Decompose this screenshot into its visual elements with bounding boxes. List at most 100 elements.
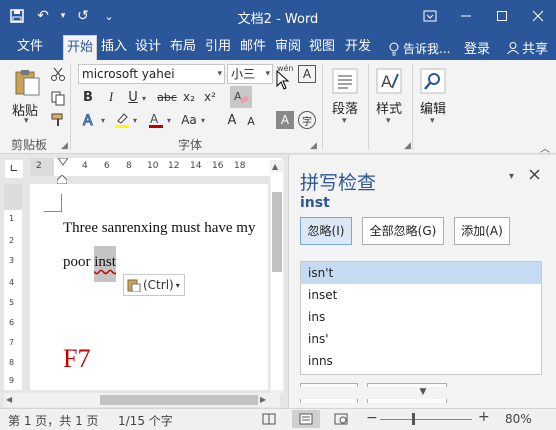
zoom-slider-thumb[interactable] [412,413,415,425]
font-color-button[interactable]: A [146,110,166,130]
editing-label[interactable]: 编辑 [420,98,446,117]
text-effects-dropdown-icon[interactable]: ▾ [101,116,105,125]
change-case-dropdown-icon[interactable]: ▾ [201,116,205,125]
tab-file[interactable]: 文件 [12,35,48,60]
scroll-up-icon[interactable]: ▲ [272,162,278,171]
underline-dropdown-icon[interactable]: ▾ [142,94,146,103]
text-effects-button[interactable]: A [80,110,100,130]
ignore-all-button[interactable]: 全部忽略(G) [362,217,444,245]
close-button[interactable] [520,0,556,32]
paste-button[interactable] [10,66,44,98]
clear-formatting-button[interactable]: A [230,86,252,108]
styles-dropdown-icon[interactable]: ▾ [386,116,391,126]
word-count[interactable]: 1/15 个字 [118,412,173,429]
login-link[interactable]: 登录 [464,38,490,57]
list-item[interactable]: ins [301,306,541,328]
format-painter-button[interactable] [48,110,68,130]
ruler-tick: 2 [36,161,42,171]
zoom-in-button[interactable]: + [478,409,490,425]
misspelled-word[interactable]: inst [94,246,116,282]
underline-button[interactable]: U [125,88,141,106]
pane-scroll-down-icon[interactable]: ▼ [293,387,553,399]
list-item[interactable]: ins' [301,328,541,350]
hanging-indent-marker[interactable] [56,174,68,185]
scroll-thumb[interactable] [100,395,258,405]
print-layout-button[interactable] [262,413,276,428]
tell-me-text: 告诉我... [403,42,451,56]
tab-design[interactable]: 设计 [133,35,163,60]
highlight-dropdown-icon[interactable]: ▾ [133,116,137,125]
strikethrough-button[interactable]: abc [156,88,178,106]
text-line-2[interactable]: poor inst [63,246,116,282]
superscript-button[interactable]: x² [202,88,218,106]
paragraph-dropdown-icon[interactable]: ▾ [342,116,347,126]
tab-home[interactable]: 开始 [63,35,97,60]
ribbon-display-button[interactable] [412,0,448,32]
change-case-button[interactable]: Aa [178,110,200,130]
document-page[interactable]: Three sanrenxing must have my poor inst … [30,184,268,390]
character-shading-button[interactable]: A [276,111,294,129]
cut-button[interactable] [48,64,68,84]
add-button[interactable]: 添加(A) [454,217,510,245]
shrink-font-button[interactable]: A [244,112,258,130]
paste-dropdown-icon[interactable]: ▾ [24,116,29,126]
styles-button[interactable]: A [374,66,404,96]
styles-launcher-icon[interactable]: ◢ [404,141,411,151]
paste-options-button[interactable]: (Ctrl) ▾ [123,274,185,296]
enclose-characters-button[interactable]: 字 [298,111,316,129]
tab-developer[interactable]: 开发 [342,35,374,60]
list-item[interactable]: inns [301,350,541,372]
clipboard-launcher-icon[interactable]: ◢ [61,141,68,151]
list-item[interactable]: inset [301,284,541,306]
styles-label[interactable]: 样式 [376,98,402,117]
font-size-box[interactable]: 小三 ▾ [227,64,273,84]
tab-selector[interactable]: ∟ [5,160,23,178]
word-poor: poor [63,254,91,270]
scroll-thumb[interactable] [272,192,282,272]
first-line-indent-marker[interactable] [57,157,69,166]
paragraph-button[interactable] [330,66,360,96]
bold-button[interactable]: B [80,88,96,106]
web-layout-button[interactable] [334,413,348,428]
font-color-dropdown-icon[interactable]: ▾ [167,116,171,125]
font-name-box[interactable]: microsoft yahei ▾ [78,64,225,84]
tab-view[interactable]: 视图 [307,35,337,60]
zoom-level[interactable]: 80% [505,412,532,426]
grow-font-button[interactable]: A [224,110,240,130]
page-view-button[interactable] [292,410,320,428]
share-button[interactable]: 共享 [506,38,548,57]
font-launcher-icon[interactable]: ◢ [310,141,317,151]
ruler-tick: 4 [82,161,88,171]
vertical-scrollbar[interactable]: ▲ [270,160,284,393]
text-line-1[interactable]: Three sanrenxing must have my [63,220,255,237]
pane-options-icon[interactable]: ▾ [509,171,514,182]
zoom-out-button[interactable]: − [366,410,378,426]
zoom-slider[interactable] [380,419,472,420]
tell-me-box[interactable]: 告诉我... [388,40,450,57]
maximize-button[interactable] [484,0,520,32]
italic-button[interactable]: I [103,88,119,106]
scroll-right-icon[interactable]: ▶ [260,395,266,404]
copy-button[interactable] [48,88,68,108]
subscript-button[interactable]: x₂ [181,88,197,106]
scroll-left-icon[interactable]: ◀ [6,395,12,404]
minimize-button[interactable] [448,0,484,32]
collapse-ribbon-icon[interactable]: ︿ [540,140,550,155]
svg-text:A: A [83,113,93,128]
tab-review[interactable]: 审阅 [273,35,303,60]
tab-insert[interactable]: 插入 [99,35,129,60]
paragraph-label[interactable]: 段落 [332,98,358,117]
list-item[interactable]: isn't [301,262,541,284]
ignore-button[interactable]: 忽略(I) [300,217,352,245]
pane-close-button[interactable] [529,169,540,183]
page-count[interactable]: 第 1 页，共 1 页 [8,412,99,429]
char-border-button[interactable]: A [298,65,316,83]
highlight-button[interactable] [112,110,132,130]
tab-mailings[interactable]: 邮件 [238,35,268,60]
tab-references[interactable]: 引用 [203,35,233,60]
editing-button[interactable] [418,66,448,96]
divider [368,64,369,150]
horizontal-scrollbar[interactable]: ◀ ▶ [4,393,280,407]
editing-dropdown-icon[interactable]: ▾ [430,116,435,126]
tab-layout[interactable]: 布局 [168,35,198,60]
